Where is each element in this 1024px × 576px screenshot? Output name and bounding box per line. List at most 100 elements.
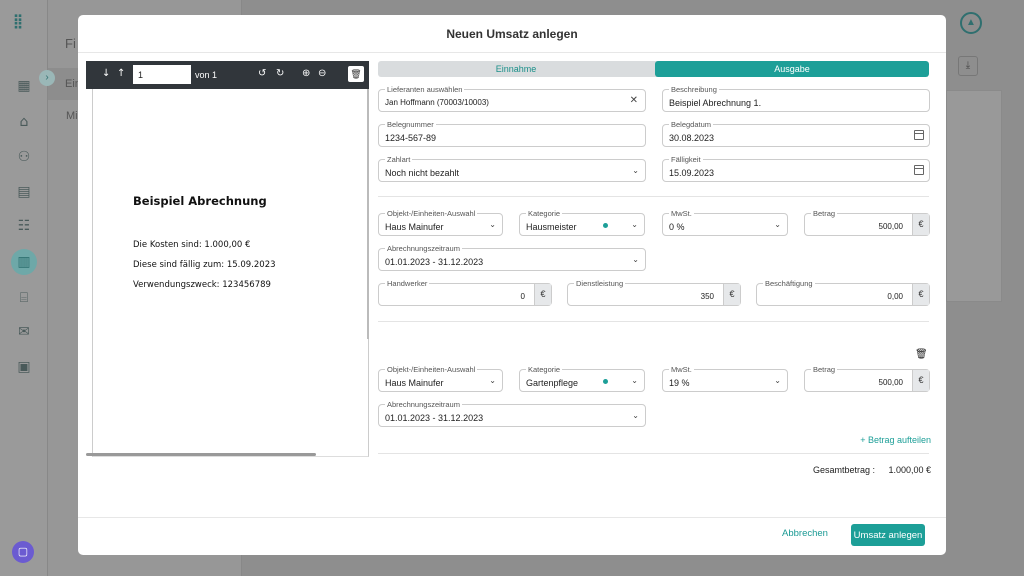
total-label: Gesamtbetrag :: [813, 465, 876, 475]
due-date-input[interactable]: Fälligkeit 15.09.2023: [662, 155, 930, 182]
field-label: Beschäftigung: [763, 279, 815, 288]
graduation-cap-icon[interactable]: ▲: [960, 12, 982, 34]
pdf-toolbar: ↓ ↑ von 1 ↺ ↻ ⊕ ⊖ 🗑: [86, 61, 369, 89]
home-icon[interactable]: ⌂: [14, 112, 34, 132]
field-value: 30.08.2023: [669, 133, 715, 143]
arrow-down-icon[interactable]: ↓: [102, 68, 110, 79]
panel-item-2[interactable]: Mi: [66, 110, 78, 122]
transaction-form: Einnahme Ausgabe Lieferanten auswählen J…: [378, 61, 931, 481]
field-label: Belegnummer: [385, 120, 436, 129]
finance-icon[interactable]: ▥: [11, 249, 37, 275]
chevron-down-icon: ⌄: [632, 255, 639, 264]
pdf-viewer: ↓ ↑ von 1 ↺ ↻ ⊕ ⊖ 🗑 Beispiel Abrechnung …: [86, 61, 369, 457]
field-value: 19 %: [669, 378, 690, 388]
field-value: Haus Mainufer: [385, 222, 444, 232]
background-card: [946, 90, 1002, 302]
description-input[interactable]: Beschreibung Beispiel Abrechnung 1.: [662, 85, 930, 112]
zoom-out-icon[interactable]: ⊖: [318, 68, 326, 79]
field-value: Jan Hoffmann (70003/10003): [385, 98, 489, 107]
field-label: Objekt-/Einheiten-Auswahl: [385, 365, 478, 374]
arrow-up-icon[interactable]: ↑: [117, 68, 125, 79]
archive-icon[interactable]: ▣: [14, 357, 34, 377]
people-icon[interactable]: ⚇: [14, 147, 34, 167]
vat-select[interactable]: MwSt. 0 % ⌄: [662, 209, 788, 236]
field-label: MwSt.: [669, 365, 694, 374]
delete-position-icon[interactable]: 🗑: [915, 349, 928, 361]
field-value: 01.01.2023 - 31.12.2023: [385, 413, 484, 423]
dashboard-icon[interactable]: ▦: [14, 76, 34, 96]
field-value: Haus Mainufer: [385, 378, 444, 388]
receipt-number-input[interactable]: Belegnummer 1234-567-89: [378, 120, 646, 147]
euro-icon: €: [912, 284, 929, 305]
field-value: 500,00: [878, 378, 903, 387]
pdf-line: Diese sind fällig zum: 15.09.2023: [133, 260, 276, 270]
field-label: Dienstleistung: [574, 279, 626, 288]
field-value: 500,00: [878, 222, 903, 231]
pdf-line: Verwendungszweck: 123456789: [133, 280, 271, 290]
documents-icon[interactable]: ▤: [14, 182, 34, 202]
field-value: 01.01.2023 - 31.12.2023: [385, 257, 484, 267]
amount-input[interactable]: Betrag 500,00 €: [804, 365, 930, 392]
field-label: Betrag: [811, 365, 838, 374]
euro-icon: €: [723, 284, 740, 305]
create-transaction-button[interactable]: Umsatz anlegen: [851, 524, 925, 546]
field-label: Zahlart: [385, 155, 413, 164]
field-label: Fälligkeit: [669, 155, 703, 164]
toggle-expense[interactable]: Ausgabe: [655, 61, 929, 77]
calendar-icon[interactable]: [914, 165, 924, 175]
field-label: MwSt.: [669, 209, 694, 218]
amount-input[interactable]: Betrag 500,00 €: [804, 209, 930, 236]
app-logo: ⦙⦙: [14, 12, 23, 33]
modal-footer: Abbrechen Umsatz anlegen: [78, 517, 946, 555]
service-input[interactable]: Dienstleistung 350 €: [567, 279, 741, 306]
field-label: Abrechnungszeitraum: [385, 400, 462, 409]
split-amount-link[interactable]: + Betrag aufteilen: [860, 435, 931, 445]
clear-icon[interactable]: ✕: [630, 95, 638, 106]
mail-icon[interactable]: ✉: [14, 322, 34, 342]
trash-icon[interactable]: 🗑: [348, 66, 364, 82]
category-select[interactable]: Kategorie Gartenpflege ⌄: [519, 365, 645, 392]
receipt-date-input[interactable]: Belegdatum 30.08.2023: [662, 120, 930, 147]
toggle-income[interactable]: Einnahme: [378, 61, 654, 77]
category-select[interactable]: Kategorie Hausmeister ⌄: [519, 209, 645, 236]
calendar-icon[interactable]: [914, 130, 924, 140]
total-value: 1.000,00 €: [888, 465, 931, 475]
chevron-down-icon: ⌄: [632, 411, 639, 420]
object-select[interactable]: Objekt-/Einheiten-Auswahl Haus Mainufer …: [378, 209, 503, 236]
panel-title: Fi: [65, 36, 76, 51]
chevron-down-icon: ⌄: [632, 166, 639, 175]
rotate-left-icon[interactable]: ↺: [258, 68, 266, 79]
cancel-button[interactable]: Abbrechen: [782, 528, 828, 539]
pdf-vertical-scrollbar[interactable]: [367, 89, 369, 339]
object-select[interactable]: Objekt-/Einheiten-Auswahl Haus Mainufer …: [378, 365, 503, 392]
page-number-input[interactable]: [133, 65, 191, 84]
pdf-heading: Beispiel Abrechnung: [133, 194, 267, 208]
field-label: Handwerker: [385, 279, 430, 288]
field-value: 15.09.2023: [669, 168, 715, 178]
divider: [378, 453, 929, 454]
pdf-horizontal-scrollbar[interactable]: [86, 453, 316, 456]
chevron-down-icon: ⌄: [489, 376, 496, 385]
rotate-right-icon[interactable]: ↻: [276, 68, 284, 79]
field-label: Belegdatum: [669, 120, 714, 129]
period-select[interactable]: Abrechnungszeitraum 01.01.2023 - 31.12.2…: [378, 244, 646, 271]
contacts-icon[interactable]: ☷: [14, 216, 34, 236]
divider: [378, 196, 929, 197]
employment-input[interactable]: Beschäftigung 0,00 €: [756, 279, 930, 306]
expand-sidebar-icon[interactable]: ›: [39, 70, 55, 86]
euro-icon: €: [912, 214, 929, 235]
new-transaction-modal: Neuen Umsatz anlegen ↓ ↑ von 1 ↺ ↻ ⊕ ⊖ 🗑…: [78, 15, 946, 555]
download-icon[interactable]: ⤓: [958, 56, 978, 76]
payment-type-select[interactable]: Zahlart Noch nicht bezahlt ⌄: [378, 155, 646, 182]
supplier-select[interactable]: Lieferanten auswählen Jan Hoffmann (7000…: [378, 85, 646, 112]
chat-icon[interactable]: ▢: [12, 541, 34, 563]
app-sidebar: ⦙⦙ ▦ ⌂ ⚇ ▤ ☷ ▥ ⌸ ✉ ▣: [0, 0, 48, 576]
vat-select[interactable]: MwSt. 19 % ⌄: [662, 365, 788, 392]
category-dot: [603, 379, 608, 384]
craftsman-input[interactable]: Handwerker 0 €: [378, 279, 552, 306]
bank-icon[interactable]: ⌸: [14, 288, 34, 308]
zoom-in-icon[interactable]: ⊕: [302, 68, 310, 79]
period-select[interactable]: Abrechnungszeitraum 01.01.2023 - 31.12.2…: [378, 400, 646, 427]
field-value: 0 %: [669, 222, 685, 232]
pdf-page: Beispiel Abrechnung Die Kosten sind: 1.0…: [92, 89, 369, 457]
